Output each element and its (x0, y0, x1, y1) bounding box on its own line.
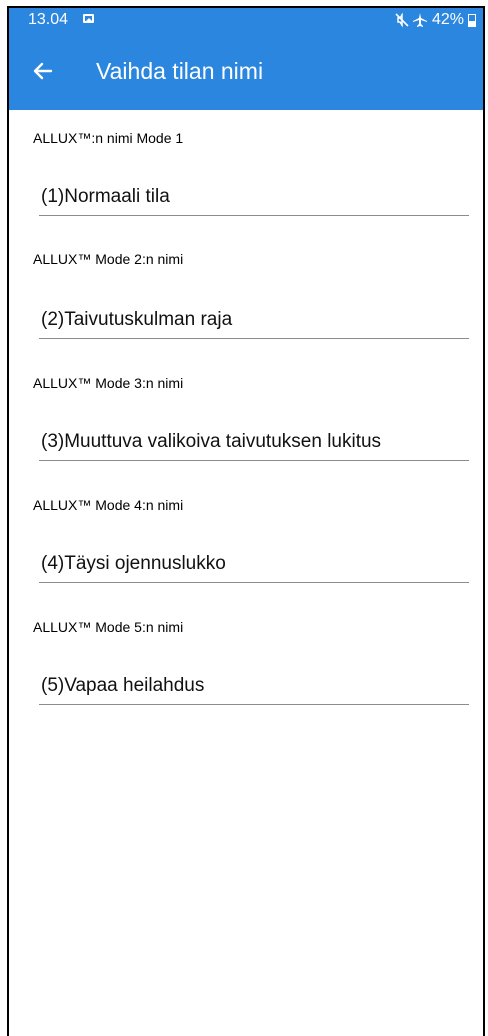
mode-2-label: ALLUX™ Mode 2:n nimi (33, 251, 184, 267)
mode-3-name-input[interactable] (39, 425, 469, 459)
status-time: 13.04 (28, 11, 69, 28)
mode-2-input-underline (39, 303, 469, 339)
mode-5-input-underline (39, 669, 469, 705)
back-button[interactable] (27, 55, 59, 87)
gallery-icon (83, 14, 94, 23)
status-icons: 42% (394, 11, 476, 29)
mode-4-name-input[interactable] (39, 547, 469, 581)
mode-3-label: ALLUX™ Mode 3:n nimi (33, 375, 184, 391)
mode-4-label: ALLUX™ Mode 4:n nimi (33, 497, 184, 513)
mode-1-label: ALLUX™:n nimi Mode 1 (33, 130, 184, 146)
battery-percentage: 42% (431, 11, 464, 28)
mode-2-name-input[interactable] (39, 303, 469, 337)
app-bar: Vaihda tilan nimi (9, 32, 483, 110)
page-title: Vaihda tilan nimi (96, 58, 264, 84)
arrow-left-icon (33, 62, 53, 80)
mode-4-input-underline (39, 547, 469, 583)
status-bar: 13.04 42% (9, 8, 483, 32)
mode-5-name-input[interactable] (39, 669, 469, 703)
mode-3-input-underline (39, 425, 469, 461)
airplane-icon (412, 13, 427, 27)
battery-level (469, 20, 475, 26)
mode-1-input-underline (39, 180, 469, 216)
mode-1-name-input[interactable] (39, 180, 469, 214)
mode-5-label: ALLUX™ Mode 5:n nimi (33, 619, 184, 635)
battery-icon (468, 13, 476, 27)
phone-screen: 13.04 42% Vaihda tilan nimi ALLUX™:n nim… (7, 6, 485, 1036)
mute-icon (395, 12, 409, 28)
